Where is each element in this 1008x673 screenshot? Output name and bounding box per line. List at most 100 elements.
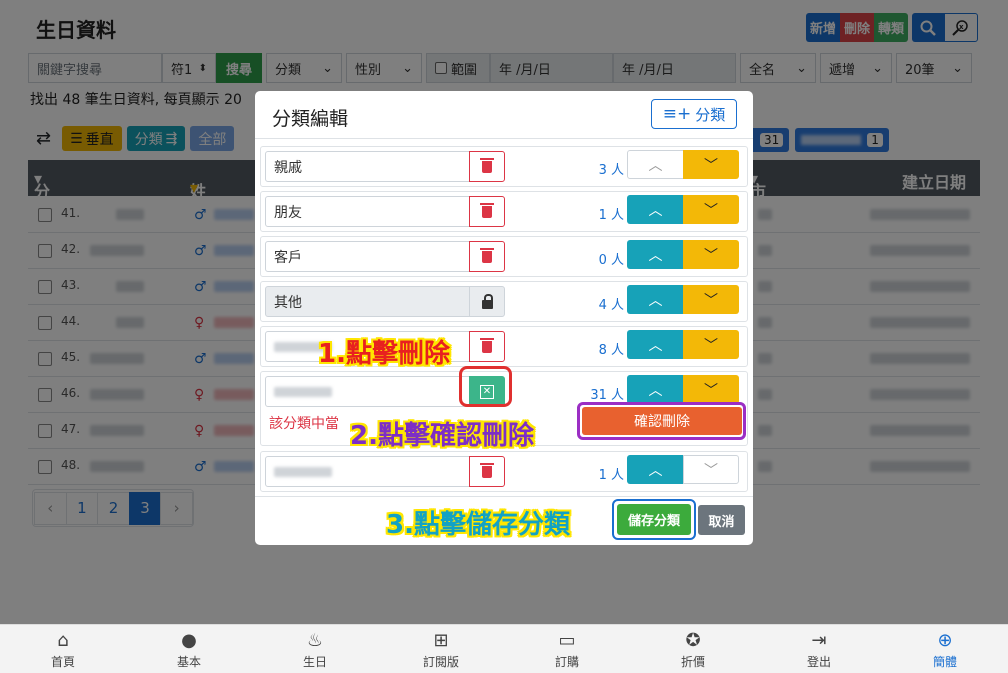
- chevron-down-icon: ﹀: [704, 157, 718, 174]
- chevron-up-icon: ︿: [648, 292, 663, 309]
- move-down-button[interactable]: ﹀: [683, 330, 739, 359]
- category-name-text: 客戶: [274, 249, 302, 266]
- category-row: 朋友 1 人 ︿ ﹀: [260, 191, 748, 232]
- delete-category-button[interactable]: [469, 241, 505, 272]
- list-add-icon: ≡+: [662, 104, 692, 124]
- lock-icon: [481, 294, 493, 309]
- move-up-button[interactable]: ︿: [627, 375, 684, 404]
- globe-icon: ⊕: [937, 630, 953, 651]
- trash-icon: [480, 202, 494, 218]
- chevron-down-icon: ﹀: [704, 292, 718, 309]
- category-row: 1 人 ︿ ﹀: [260, 451, 748, 492]
- trash-icon: [480, 247, 494, 263]
- nav-item-label: 折價: [680, 655, 705, 669]
- trash-icon: [480, 462, 494, 478]
- category-member-count: 0 人: [598, 253, 624, 268]
- step1-annotation: 1.點擊刪除: [318, 339, 450, 369]
- category-name-input[interactable]: 朋友: [265, 196, 470, 227]
- chevron-up-icon: ︿: [648, 202, 663, 219]
- delete-category-button[interactable]: [469, 331, 505, 362]
- category-name-input[interactable]: [265, 456, 470, 487]
- move-up-button[interactable]: ︿: [627, 240, 684, 269]
- nav-item-label: 訂閱版: [422, 655, 459, 669]
- category-member-count: 31 人: [590, 388, 624, 403]
- cake-icon: ♨: [306, 630, 324, 651]
- category-member-count: 1 人: [598, 208, 624, 223]
- category-row: 其他 4 人 ︿ ﹀: [260, 281, 748, 322]
- category-name-input[interactable]: 客戶: [265, 241, 470, 272]
- modal-title: 分類編輯: [272, 108, 349, 130]
- delete-highlight-outline: [459, 366, 512, 407]
- category-member-count: 8 人: [598, 343, 624, 358]
- move-down-button[interactable]: ﹀: [683, 375, 739, 404]
- bottom-nav: ⌂ 首頁 ● 基本 ♨ 生日 ⊞ 訂閱版 ▭ 訂購 ✪ 折價 ⇥ 登出 ⊕ 簡體: [0, 624, 1008, 673]
- move-down-button[interactable]: ﹀: [683, 240, 739, 269]
- category-name-input[interactable]: 親戚: [265, 151, 470, 182]
- nav-item-label: 登出: [806, 655, 831, 669]
- category-name-input[interactable]: [265, 376, 470, 407]
- nav-item[interactable]: ✪ 折價: [630, 625, 756, 673]
- home-icon: ⌂: [57, 630, 69, 651]
- delete-category-button[interactable]: [469, 196, 505, 227]
- category-name-blurred: [274, 386, 332, 397]
- nav-item-label: 訂購: [554, 655, 579, 669]
- add-category-button[interactable]: ≡+ 分類: [651, 99, 737, 129]
- move-up-button[interactable]: ︿: [627, 195, 684, 224]
- category-name-text: 親戚: [274, 159, 302, 176]
- add-category-label: 分類: [695, 105, 726, 124]
- plus-grid-icon: ⊞: [433, 630, 449, 651]
- trash-icon: [480, 157, 494, 173]
- nav-item[interactable]: ● 基本: [126, 625, 252, 673]
- nav-item[interactable]: ♨ 生日: [252, 625, 378, 673]
- step2-annotation: 2.點擊確認刪除: [350, 421, 534, 451]
- card-icon: ▭: [558, 630, 576, 651]
- chevron-up-icon: ︿: [648, 337, 663, 354]
- delete-category-button[interactable]: [469, 456, 505, 487]
- modal-divider: [255, 138, 753, 139]
- move-down-button[interactable]: ﹀: [683, 455, 739, 484]
- chevron-down-icon: ﹀: [704, 337, 718, 354]
- nav-item[interactable]: ▭ 訂購: [504, 625, 630, 673]
- move-up-button[interactable]: ︿: [627, 455, 684, 484]
- move-up-button[interactable]: ︿: [627, 285, 684, 314]
- nav-item-label: 首頁: [50, 655, 75, 669]
- step3-annotation: 3.點擊儲存分類: [386, 510, 570, 540]
- nav-item[interactable]: ⊕ 簡體: [882, 625, 1008, 673]
- category-member-count: 3 人: [598, 163, 624, 178]
- nav-item-label: 生日: [302, 655, 327, 669]
- chevron-down-icon: ﹀: [704, 247, 718, 264]
- chevron-down-icon: ﹀: [704, 382, 718, 399]
- category-row: 親戚 3 人 ︿ ﹀: [260, 146, 748, 187]
- chevron-down-icon: ﹀: [704, 462, 718, 479]
- move-down-button[interactable]: ﹀: [683, 285, 739, 314]
- category-name-blurred: [274, 466, 332, 477]
- move-up-button[interactable]: ︿: [627, 330, 684, 359]
- category-row: 客戶 0 人 ︿ ﹀: [260, 236, 748, 277]
- chevron-up-icon: ︿: [648, 157, 663, 174]
- confirm-highlight-outline: [577, 402, 746, 440]
- chevron-down-icon: ﹀: [704, 202, 718, 219]
- ticket-icon: ✪: [685, 630, 701, 651]
- nav-item-label: 簡體: [932, 655, 957, 669]
- category-name-input: 其他: [265, 286, 470, 317]
- move-up-button[interactable]: ︿: [627, 150, 684, 179]
- save-categories-button[interactable]: 儲存分類: [617, 504, 691, 535]
- logout-icon: ⇥: [811, 630, 827, 651]
- nav-item-label: 基本: [176, 655, 201, 669]
- nav-item[interactable]: ⌂ 首頁: [0, 625, 126, 673]
- locked-delete-button: [469, 286, 505, 317]
- delete-warning: 該分類中當: [269, 416, 339, 432]
- modal-footer-divider: [255, 496, 753, 497]
- trash-icon: [480, 337, 494, 353]
- chevron-up-icon: ︿: [648, 382, 663, 399]
- category-member-count: 1 人: [598, 468, 624, 483]
- move-down-button[interactable]: ﹀: [683, 150, 739, 179]
- nav-item[interactable]: ⇥ 登出: [756, 625, 882, 673]
- cancel-button[interactable]: 取消: [698, 505, 745, 535]
- category-member-count: 4 人: [598, 298, 624, 313]
- nav-item[interactable]: ⊞ 訂閱版: [378, 625, 504, 673]
- user-icon: ●: [181, 630, 197, 651]
- delete-category-button[interactable]: [469, 151, 505, 182]
- category-edit-modal: 分類編輯 ≡+ 分類 親戚 3 人 ︿ ﹀ 朋友 1 人 ︿ ﹀ 客戶 0 人 ︿ ﹀ 其他 4 人 ︿ ﹀ 8…: [255, 91, 753, 545]
- move-down-button[interactable]: ﹀: [683, 195, 739, 224]
